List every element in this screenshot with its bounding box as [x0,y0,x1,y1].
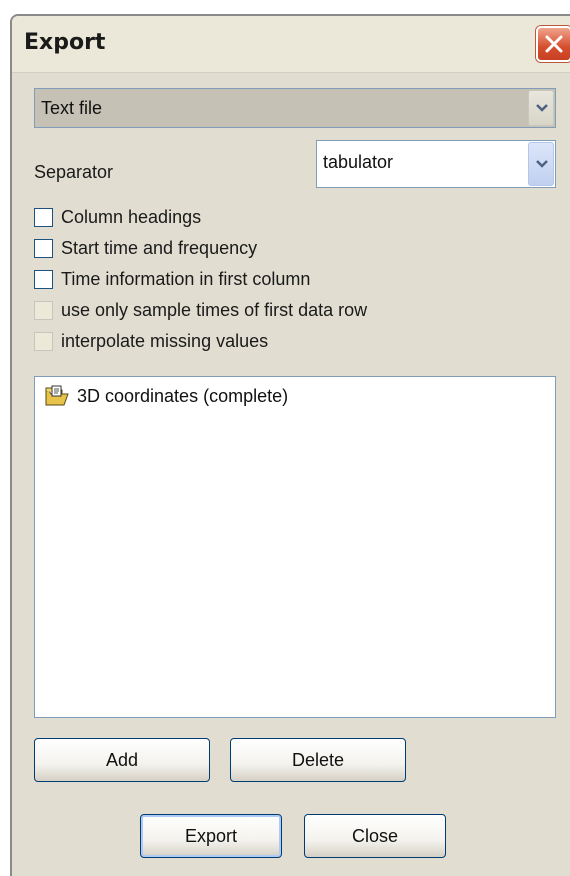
separator-dropdown-arrow[interactable] [528,142,554,186]
list-item[interactable]: 3D coordinates (complete) [45,385,288,407]
chevron-down-icon [536,104,548,112]
list-item-label: 3D coordinates (complete) [77,385,289,406]
option-interpolate-missing: interpolate missing values [34,326,367,357]
interpolate-missing-checkbox [34,332,53,351]
option-column-headings[interactable]: Column headings [34,202,367,233]
option-sample-times-first-row: use only sample times of first data row [34,295,367,326]
format-dropdown-arrow[interactable] [528,90,554,126]
export-dialog: Export Text file Separator tabulator Col… [10,14,570,876]
separator-dropdown-value: tabulator [323,152,394,172]
time-info-first-column-checkbox[interactable] [34,270,53,289]
folder-document-icon [45,385,69,406]
window-title: Export [24,30,106,55]
column-headings-checkbox[interactable] [34,208,53,227]
chevron-down-icon [536,160,548,168]
start-time-frequency-checkbox[interactable] [34,239,53,258]
time-info-first-column-label: Time information in first column [61,269,311,289]
title-bar[interactable]: Export [12,16,570,73]
separator-label: Separator [34,162,114,182]
start-time-frequency-label: Start time and frequency [61,238,258,258]
close-window-button[interactable] [536,26,570,62]
format-dropdown[interactable]: Text file [34,88,556,128]
format-dropdown-value: Text file [41,98,103,118]
sample-times-first-row-checkbox [34,301,53,320]
separator-dropdown[interactable]: tabulator [316,140,556,188]
option-time-info-first-column[interactable]: Time information in first column [34,264,367,295]
column-headings-label: Column headings [61,207,202,227]
export-button[interactable]: Export [140,814,282,858]
close-icon [545,35,563,53]
delete-button[interactable]: Delete [230,738,406,782]
options-group: Column headings Start time and frequency… [34,202,367,357]
sample-times-first-row-label: use only sample times of first data row [61,300,368,320]
export-list[interactable]: 3D coordinates (complete) [34,376,556,718]
close-button[interactable]: Close [304,814,446,858]
interpolate-missing-label: interpolate missing values [61,331,269,351]
option-start-time-frequency[interactable]: Start time and frequency [34,233,367,264]
add-button[interactable]: Add [34,738,210,782]
